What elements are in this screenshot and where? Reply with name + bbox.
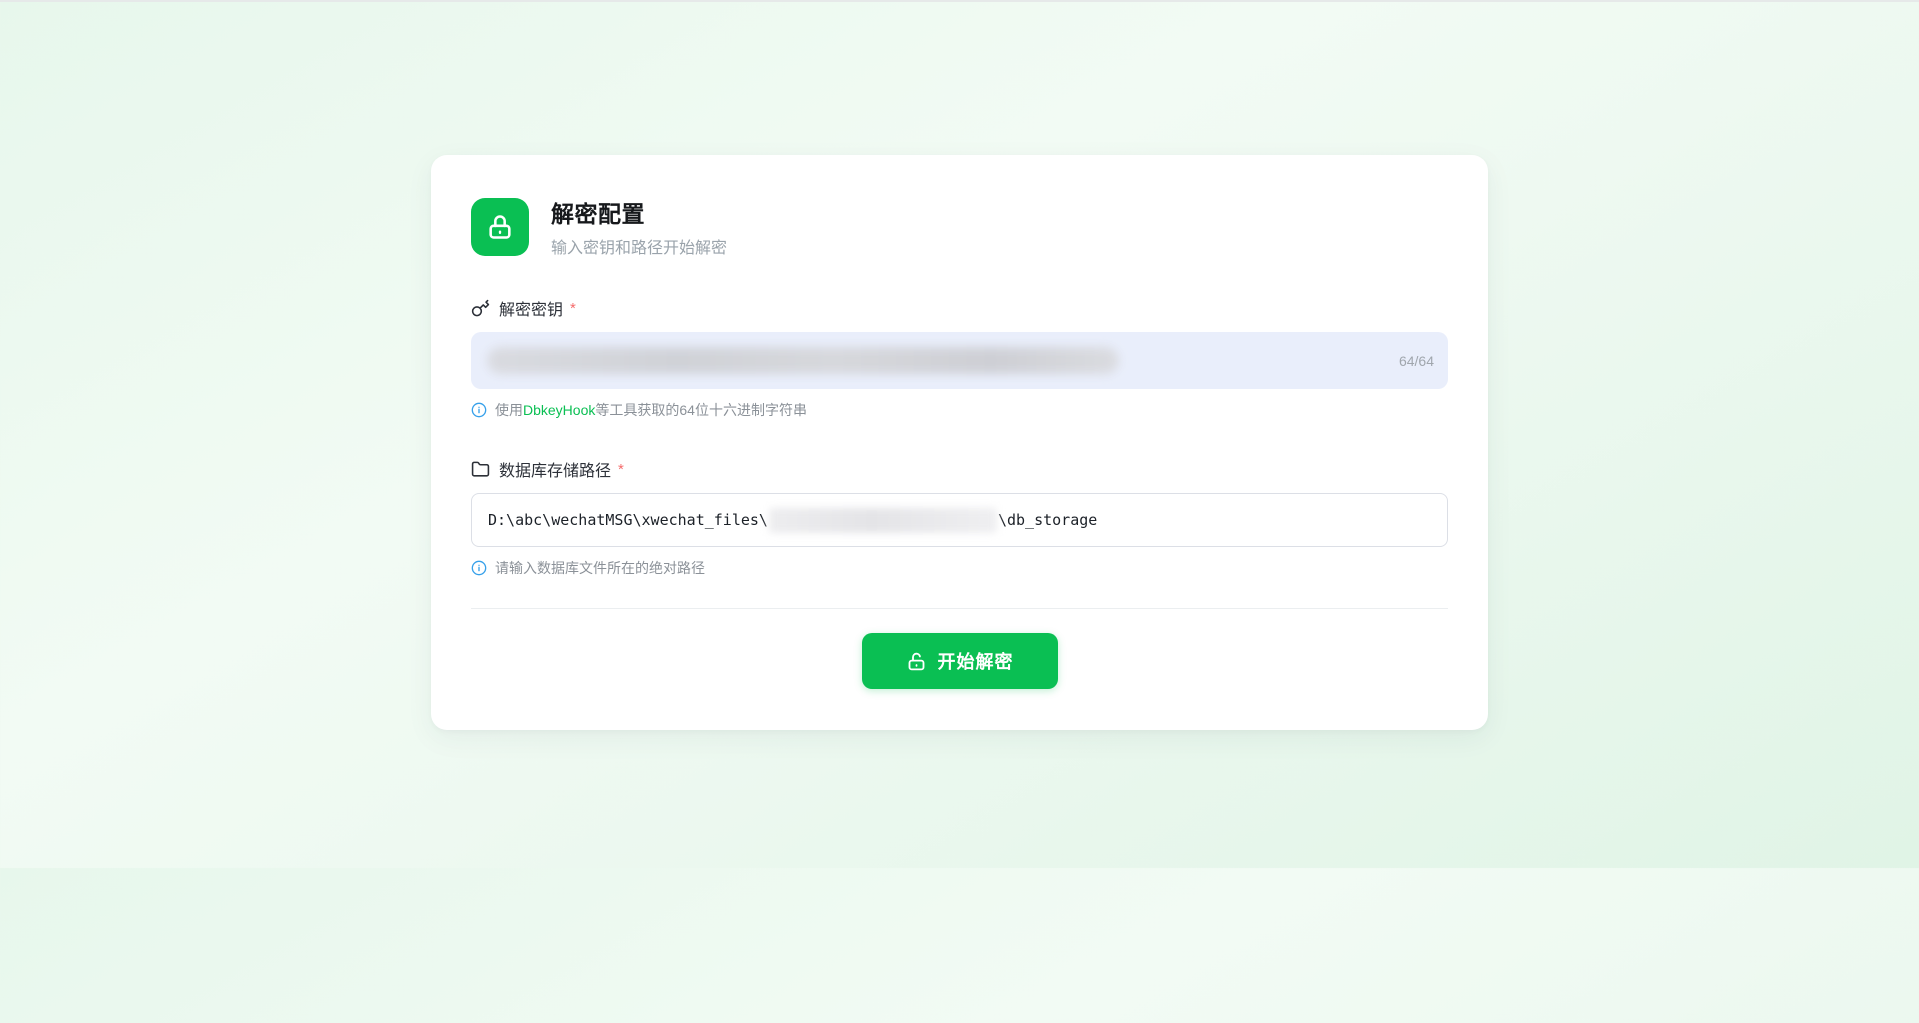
info-icon: [471, 560, 487, 576]
db-path-input[interactable]: D:\abc\wechatMSG\xwechat_files\ \db_stora…: [471, 493, 1448, 547]
key-field-group: 解密密钥 * 64/64 使用DbkeyHook等工具获取的64位十六进制字符串: [471, 296, 1448, 420]
lock-icon: [486, 213, 514, 241]
path-value-suffix: \db_storage: [998, 511, 1097, 529]
start-decrypt-button[interactable]: 开始解密: [862, 633, 1058, 689]
info-icon: [471, 402, 487, 418]
unlock-icon: [906, 651, 927, 672]
lock-icon-badge: [471, 198, 529, 256]
key-hint-suffix: 等工具获取的64位十六进制字符串: [595, 402, 807, 418]
required-asterisk: *: [570, 300, 576, 317]
key-field-label: 解密密钥 *: [471, 296, 1448, 320]
page-subtitle: 输入密钥和路径开始解密: [551, 234, 727, 258]
key-hint: 使用DbkeyHook等工具获取的64位十六进制字符串: [471, 400, 1448, 420]
dbkeyhook-link[interactable]: DbkeyHook: [523, 402, 595, 418]
key-field-label-text: 解密密钥: [499, 296, 563, 320]
path-field-label-text: 数据库存储路径: [499, 457, 611, 481]
header-text: 解密配置 输入密钥和路径开始解密: [551, 195, 727, 258]
window-top-edge: [0, 0, 1919, 2]
key-hint-text: 使用DbkeyHook等工具获取的64位十六进制字符串: [495, 400, 807, 420]
key-char-counter: 64/64: [1399, 353, 1434, 369]
path-hint-text: 请输入数据库文件所在的绝对路径: [495, 558, 705, 578]
required-asterisk: *: [618, 461, 624, 478]
folder-icon: [471, 460, 490, 479]
button-row: 开始解密: [471, 633, 1448, 689]
path-field-group: 数据库存储路径 * D:\abc\wechatMSG\xwechat_files…: [471, 457, 1448, 578]
redacted-key-value: [487, 347, 1119, 374]
card-header: 解密配置 输入密钥和路径开始解密: [471, 195, 1448, 258]
decrypt-config-card: 解密配置 输入密钥和路径开始解密 解密密钥 * 64/64 使用DbkeyHoo…: [431, 155, 1488, 730]
path-value-prefix: D:\abc\wechatMSG\xwechat_files\: [488, 511, 768, 529]
divider: [471, 608, 1448, 609]
decrypt-key-input[interactable]: 64/64: [471, 332, 1448, 389]
path-hint: 请输入数据库文件所在的绝对路径: [471, 558, 1448, 578]
key-hint-prefix: 使用: [495, 402, 523, 418]
path-field-label: 数据库存储路径 *: [471, 457, 1448, 481]
start-decrypt-label: 开始解密: [938, 648, 1014, 674]
redacted-path-segment: [769, 508, 997, 533]
page-title: 解密配置: [551, 195, 727, 229]
key-icon: [471, 299, 490, 318]
